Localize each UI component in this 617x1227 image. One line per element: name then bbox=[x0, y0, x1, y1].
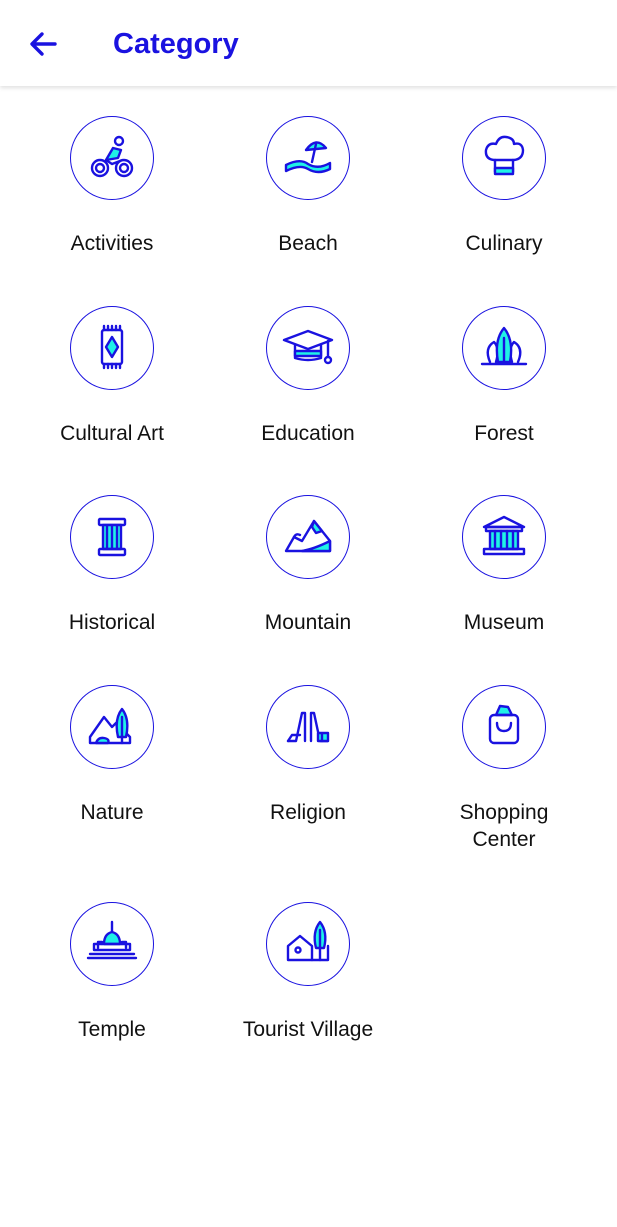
category-label: Forest bbox=[474, 422, 534, 445]
category-museum[interactable]: Museum bbox=[406, 495, 602, 636]
category-icon-circle bbox=[70, 902, 154, 986]
category-icon-circle bbox=[462, 685, 546, 769]
category-beach[interactable]: Beach bbox=[210, 116, 406, 257]
category-historical[interactable]: Historical bbox=[14, 495, 210, 636]
category-icon-circle bbox=[70, 306, 154, 390]
category-icon-circle bbox=[70, 495, 154, 579]
category-label: Mountain bbox=[264, 611, 352, 634]
category-label: Cultural Art bbox=[60, 422, 164, 445]
chef-hat-icon bbox=[484, 135, 525, 176]
category-icon-circle bbox=[266, 685, 350, 769]
category-forest[interactable]: Forest bbox=[406, 306, 602, 447]
forest-trees-icon bbox=[480, 326, 528, 366]
village-house-icon bbox=[286, 920, 330, 962]
nature-landscape-icon bbox=[88, 707, 132, 745]
category-icon-circle bbox=[266, 306, 350, 390]
category-shopping-center[interactable]: Shopping Center bbox=[406, 685, 602, 853]
arrow-left-icon bbox=[30, 32, 57, 56]
category-icon-circle bbox=[266, 116, 350, 200]
pillar-column-icon bbox=[97, 517, 127, 557]
category-label: Religion bbox=[270, 801, 346, 824]
category-label: Tourist Village bbox=[242, 1018, 374, 1041]
category-icon-circle bbox=[462, 495, 546, 579]
category-label: Shopping Center bbox=[459, 801, 549, 851]
graduation-cap-icon bbox=[282, 329, 334, 365]
category-nature[interactable]: Nature bbox=[14, 685, 210, 826]
category-tourist-village[interactable]: Tourist Village bbox=[210, 902, 406, 1043]
category-cultural-art[interactable]: Cultural Art bbox=[14, 306, 210, 447]
category-culinary[interactable]: Culinary bbox=[406, 116, 602, 257]
category-religion[interactable]: Religion bbox=[210, 685, 406, 826]
woven-rug-icon bbox=[100, 324, 124, 370]
category-label: Beach bbox=[278, 232, 338, 255]
museum-building-icon bbox=[482, 515, 526, 556]
category-icon-circle bbox=[70, 116, 154, 200]
category-education[interactable]: Education bbox=[210, 306, 406, 447]
category-temple[interactable]: Temple bbox=[14, 902, 210, 1043]
temple-stupa-icon bbox=[86, 920, 138, 960]
page-title: Category bbox=[113, 28, 239, 60]
app-bar: Category bbox=[0, 0, 617, 86]
category-icon-circle bbox=[462, 116, 546, 200]
category-mountain[interactable]: Mountain bbox=[210, 495, 406, 636]
mountain-icon bbox=[284, 519, 332, 553]
category-label: Education bbox=[261, 422, 355, 445]
religion-gate-icon bbox=[286, 711, 330, 743]
category-label: Culinary bbox=[465, 232, 543, 255]
category-icon-circle bbox=[70, 685, 154, 769]
category-label: Historical bbox=[68, 611, 156, 634]
back-button[interactable] bbox=[24, 25, 62, 63]
category-label: Museum bbox=[463, 611, 545, 634]
beach-umbrella-icon bbox=[284, 141, 332, 174]
category-activities[interactable]: Activities bbox=[14, 116, 210, 257]
category-label: Activities bbox=[70, 232, 154, 255]
category-label: Nature bbox=[80, 801, 144, 824]
category-label: Temple bbox=[78, 1018, 146, 1041]
cyclist-icon bbox=[90, 135, 134, 178]
category-icon-circle bbox=[266, 495, 350, 579]
category-icon-circle bbox=[266, 902, 350, 986]
shopping-bag-icon bbox=[488, 704, 520, 745]
category-icon-circle bbox=[462, 306, 546, 390]
